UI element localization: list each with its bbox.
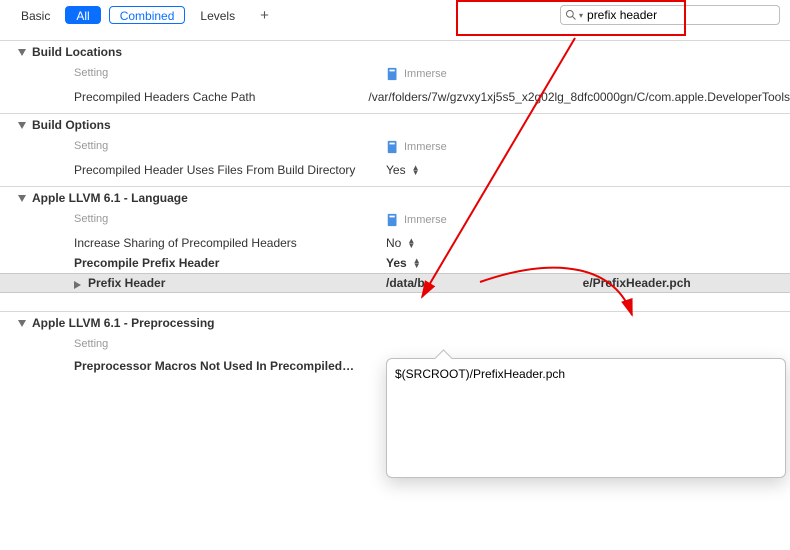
search-input[interactable] — [587, 8, 775, 22]
table-row[interactable]: Increase Sharing of Precompiled Headers … — [0, 233, 790, 253]
stepper-icon[interactable]: ▲▼ — [413, 258, 421, 268]
scope-basic[interactable]: Basic — [10, 6, 61, 24]
column-headers: Setting — [0, 334, 790, 356]
column-setting-label: Setting — [0, 338, 386, 350]
section-llvm-language[interactable]: Apple LLVM 6.1 - Language — [0, 186, 790, 209]
table-row[interactable]: Precompiled Header Uses Files From Build… — [0, 160, 790, 180]
setting-value[interactable]: /data/b e/PrefixHeader.pch — [386, 276, 790, 290]
project-icon — [386, 140, 400, 154]
project-icon — [386, 67, 400, 81]
setting-value-text-right: e/PrefixHeader.pch — [583, 276, 691, 290]
column-target: Immerse — [386, 140, 790, 154]
section-title: Apple LLVM 6.1 - Language — [32, 191, 188, 205]
layout-levels[interactable]: Levels — [189, 6, 246, 24]
layout-combined[interactable]: Combined — [109, 6, 186, 24]
column-headers: Setting Immerse — [0, 136, 790, 160]
scope-segment: Basic All — [10, 6, 101, 24]
scope-all[interactable]: All — [65, 6, 100, 24]
setting-value-text: No — [386, 236, 401, 250]
section-title: Build Locations — [32, 45, 122, 59]
column-headers: Setting Immerse — [0, 209, 790, 233]
column-target-label: Immerse — [404, 141, 447, 153]
column-target: Immerse — [386, 67, 790, 81]
setting-key: Precompiled Header Uses Files From Build… — [0, 163, 386, 177]
setting-value[interactable]: Yes ▲▼ — [386, 256, 790, 270]
search-icon — [565, 9, 577, 21]
section-llvm-preprocessing[interactable]: Apple LLVM 6.1 - Preprocessing — [0, 311, 790, 334]
column-setting-label: Setting — [0, 213, 386, 227]
table-row[interactable]: Precompiled Headers Cache Path /var/fold… — [0, 87, 790, 107]
column-target — [386, 338, 790, 350]
search-menu-chevron-icon[interactable]: ▾ — [579, 11, 583, 20]
disclosure-triangle-icon[interactable] — [18, 122, 26, 129]
project-icon — [386, 213, 400, 227]
setting-value[interactable]: No ▲▼ — [386, 236, 790, 250]
column-target-label: Immerse — [404, 68, 447, 80]
setting-value-text-left: /data/b — [386, 276, 425, 290]
setting-key: Preprocessor Macros Not Used In Precompi… — [0, 359, 386, 373]
setting-value-text: Yes — [386, 163, 406, 177]
column-setting-label: Setting — [0, 67, 386, 81]
setting-key: Precompile Prefix Header — [0, 256, 386, 270]
stepper-icon[interactable]: ▲▼ — [407, 238, 415, 248]
column-headers: Setting Immerse — [0, 63, 790, 87]
section-build-options[interactable]: Build Options — [0, 113, 790, 136]
toolbar: Basic All Combined Levels + ▾ — [0, 0, 790, 30]
stepper-icon[interactable]: ▲▼ — [412, 165, 420, 175]
column-target: Immerse — [386, 213, 790, 227]
column-target-label: Immerse — [404, 214, 447, 226]
column-setting-label: Setting — [0, 140, 386, 154]
section-title: Apple LLVM 6.1 - Preprocessing — [32, 316, 214, 330]
setting-value[interactable]: /var/folders/7w/gzvxy1xj5s5_x2g02lg_8dfc… — [368, 90, 790, 104]
add-setting-button[interactable]: + — [254, 7, 275, 24]
table-row[interactable]: Precompile Prefix Header Yes ▲▼ — [0, 253, 790, 273]
setting-key: Precompiled Headers Cache Path — [0, 90, 368, 104]
table-row-prefix-header[interactable]: Prefix Header /data/b e/PrefixHeader.pch — [0, 273, 790, 293]
section-title: Build Options — [32, 118, 111, 132]
disclosure-triangle-icon[interactable] — [18, 49, 26, 56]
disclosure-triangle-icon[interactable] — [18, 195, 26, 202]
setting-key: Prefix Header — [0, 276, 386, 290]
value-edit-textarea[interactable] — [395, 367, 777, 469]
settings-table: Build Locations Setting Immerse Precompi… — [0, 40, 790, 376]
setting-key: Increase Sharing of Precompiled Headers — [0, 236, 386, 250]
section-build-locations[interactable]: Build Locations — [0, 40, 790, 63]
layout-segment: Combined Levels — [109, 6, 246, 24]
disclosure-triangle-icon[interactable] — [18, 320, 26, 327]
search-field[interactable]: ▾ — [560, 5, 780, 25]
value-edit-popover[interactable] — [386, 358, 786, 478]
setting-value[interactable]: Yes ▲▼ — [386, 163, 790, 177]
setting-value-text: Yes — [386, 256, 407, 270]
